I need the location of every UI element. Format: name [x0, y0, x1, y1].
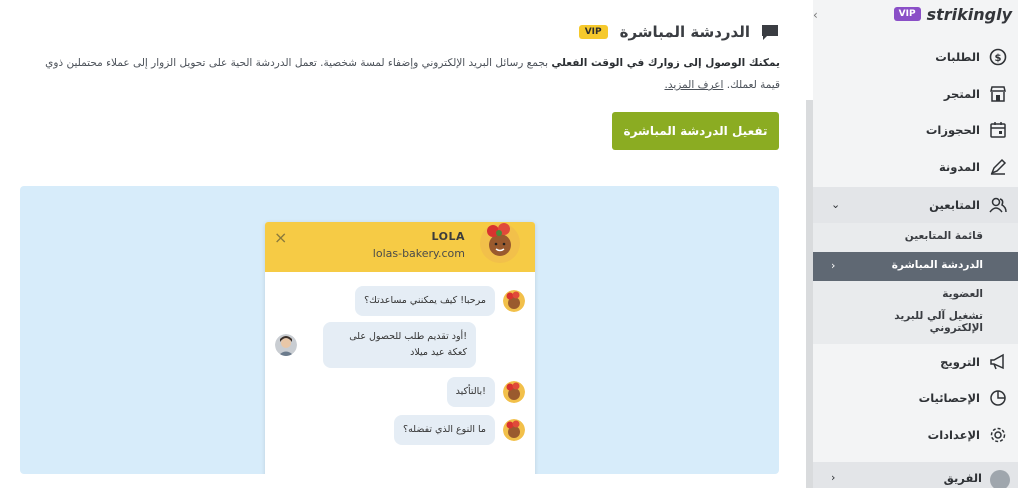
business-avatar-icon — [503, 381, 525, 403]
chat-bubble-icon — [762, 25, 778, 40]
message-bubble: مرحبا! كيف يمكنني مساعدتك؟ — [355, 286, 495, 316]
chat-message: !أود تقديم طلب للحصول على كعكة عيد ميلاد — [275, 322, 476, 368]
sidebar-item-label: الإحصائيات — [918, 391, 980, 405]
chat-message: ما النوع الذي تفضله؟ — [394, 415, 525, 445]
chat-message: مرحبا! كيف يمكنني مساعدتك؟ — [355, 286, 525, 316]
sidebar-item-team[interactable]: الفريق › — [813, 462, 1018, 488]
sidebar-item-bookings[interactable]: الحجوزات — [813, 112, 1018, 148]
business-avatar-icon — [503, 290, 525, 312]
sidebar-item-blog[interactable]: المدونة — [813, 149, 1018, 185]
chevron-right-icon: › — [831, 471, 836, 484]
sidebar-scrollbar[interactable] — [806, 100, 813, 488]
sidebar-item-label: الحجوزات — [925, 123, 980, 137]
learn-more-link[interactable]: اعرف المزيد. — [664, 79, 723, 91]
strikingly-logo: strikingly — [926, 4, 1012, 24]
activate-live-chat-button[interactable]: تفعيل الدردشة المباشرة — [612, 112, 779, 150]
business-avatar-icon — [480, 223, 520, 263]
team-avatar — [990, 470, 1010, 488]
chevron-down-icon: ⌄ — [831, 198, 841, 211]
chat-message: !بالتأكيد — [446, 377, 525, 407]
sidebar-item-store[interactable]: المتجر — [813, 76, 1018, 112]
close-icon: × — [274, 228, 288, 247]
page-title: الدردشة المباشرة — [619, 23, 750, 41]
sidebar-item-label: الترويج — [940, 355, 980, 369]
collapse-sidebar-icon[interactable]: ‹ — [813, 8, 818, 22]
visitor-avatar-icon — [275, 334, 297, 356]
page: الدردشة المباشرة VIP يمكنك الوصول إلى زو… — [0, 0, 1018, 488]
dollar-circle-icon: $ — [988, 47, 1008, 67]
main-content: الدردشة المباشرة VIP يمكنك الوصول إلى زو… — [0, 0, 806, 488]
sidebar-item-orders[interactable]: $ الطلبات — [813, 39, 1018, 75]
sidebar-item-label: الطلبات — [935, 50, 980, 64]
sidebar-subitem-email-automation[interactable]: تشغيل آلي للبريد الإلكتروني — [863, 310, 983, 334]
brand-logo[interactable]: VIP strikingly — [893, 2, 1012, 26]
sidebar: ‹ VIP strikingly $ الطلبات المتجر الحجوز… — [813, 0, 1018, 488]
business-avatar-icon — [503, 419, 525, 441]
svg-text:$: $ — [995, 53, 1002, 64]
sidebar-item-label: الإعدادات — [927, 428, 980, 442]
pie-chart-icon — [988, 388, 1008, 408]
sidebar-item-followers[interactable]: المتابعين ⌄ — [813, 187, 1018, 223]
message-bubble: !بالتأكيد — [446, 377, 495, 407]
widget-business-name: LOLA — [431, 230, 465, 243]
sidebar-subitem-followers-list[interactable]: قائمة المتابعين — [905, 230, 983, 242]
widget-site-url: lolas-bakery.com — [372, 247, 465, 260]
feature-description: يمكنك الوصول إلى زوارك في الوقت الفعلي ب… — [40, 52, 780, 96]
sidebar-item-label: المتجر — [943, 87, 980, 101]
chat-widget-preview: × LOLA lolas-bakery.com مرحبا! كيف يمكنن… — [265, 222, 535, 474]
page-header: الدردشة المباشرة VIP — [578, 20, 780, 44]
sidebar-subitem-live-chat[interactable]: الدردشة المباشرة › — [813, 252, 1018, 281]
sidebar-subitem-membership[interactable]: العضوية — [942, 288, 983, 300]
sidebar-item-label: المتابعين — [929, 198, 980, 212]
megaphone-icon — [988, 352, 1008, 372]
pen-icon — [988, 157, 1008, 177]
calendar-icon — [988, 120, 1008, 140]
sidebar-item-label: المدونة — [938, 160, 980, 174]
gear-icon — [988, 425, 1008, 445]
brand-vip-badge: VIP — [893, 7, 921, 21]
sidebar-item-promotion[interactable]: الترويج — [813, 344, 1018, 380]
widget-header: × LOLA lolas-bakery.com — [265, 222, 535, 272]
store-icon — [988, 84, 1008, 104]
vip-badge: VIP — [578, 25, 608, 39]
description-bold: يمكنك الوصول إلى زوارك في الوقت الفعلي — [551, 57, 780, 69]
chat-preview-panel: × LOLA lolas-bakery.com مرحبا! كيف يمكنن… — [20, 186, 779, 474]
users-icon — [988, 195, 1008, 215]
sidebar-item-settings[interactable]: الإعدادات — [813, 417, 1018, 453]
message-bubble: ما النوع الذي تفضله؟ — [394, 415, 495, 445]
chevron-right-icon: › — [831, 259, 836, 272]
sidebar-item-analytics[interactable]: الإحصائيات — [813, 380, 1018, 416]
sidebar-item-label: الفريق — [943, 471, 982, 485]
message-bubble: !أود تقديم طلب للحصول على كعكة عيد ميلاد — [323, 322, 476, 368]
sidebar-subitem-label: الدردشة المباشرة — [891, 259, 983, 271]
